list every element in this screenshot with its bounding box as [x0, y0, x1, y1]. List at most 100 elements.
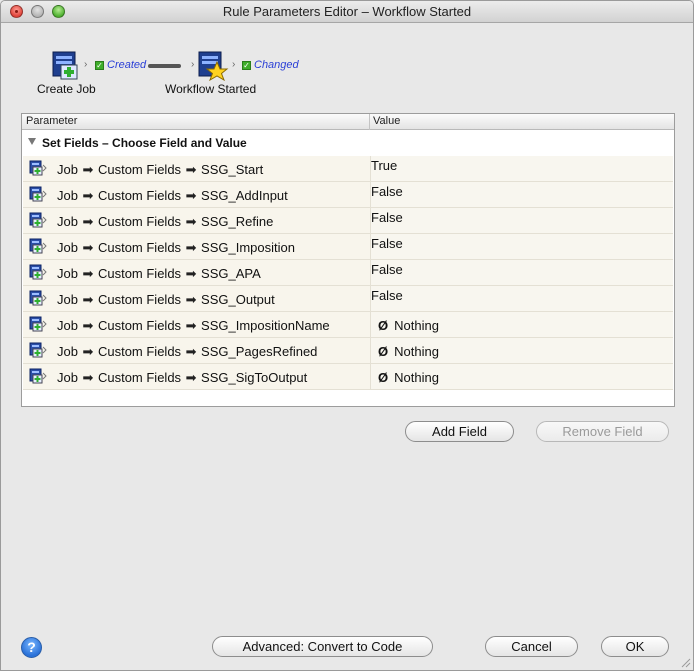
table-row[interactable]: Job ➡ Custom Fields ➡ SSG_Output False — [23, 286, 673, 312]
value-cell[interactable]: Ø Nothing — [371, 364, 673, 389]
title-bar: Rule Parameters Editor – Workflow Starte… — [1, 1, 693, 23]
parameter-path: Job ➡ Custom Fields ➡ SSG_PagesRefined — [57, 344, 317, 360]
remove-field-button[interactable]: Remove Field — [536, 421, 669, 442]
path-segment-field: SSG_AddInput — [201, 188, 288, 203]
window-title: Rule Parameters Editor – Workflow Starte… — [222, 4, 472, 19]
event-flow: › ✓ Created › › ✓ Changed Create Job Wor… — [1, 45, 693, 101]
column-divider[interactable] — [369, 114, 370, 130]
table-row[interactable]: Job ➡ Custom Fields ➡ SSG_Start True — [23, 156, 673, 182]
value-nothing: Ø Nothing — [378, 344, 439, 359]
right-arrow-icon: ➡ — [185, 318, 197, 333]
path-segment-group: Custom Fields — [97, 188, 182, 203]
value-cell[interactable]: Ø Nothing — [371, 312, 673, 337]
value-cell[interactable]: False — [371, 182, 673, 207]
value-cell[interactable]: False — [371, 286, 673, 311]
right-arrow-icon: ➡ — [185, 214, 197, 229]
path-segment-group: Custom Fields — [97, 292, 182, 307]
path-segment-object: Job — [57, 240, 78, 255]
value-cell[interactable]: False — [371, 208, 673, 233]
path-segment-object: Job — [57, 318, 78, 333]
source-node-label: Create Job — [37, 82, 96, 96]
right-arrow-icon: ➡ — [185, 188, 197, 203]
value-cell[interactable]: True — [371, 156, 673, 181]
column-header-value[interactable]: Value — [373, 115, 400, 127]
null-icon: Ø — [378, 344, 389, 359]
parameter-path: Job ➡ Custom Fields ➡ SSG_Imposition — [57, 240, 295, 256]
right-arrow-icon: ➡ — [82, 292, 94, 307]
right-arrow-icon: ➡ — [185, 162, 197, 177]
value-text: False — [371, 262, 403, 277]
resize-grip-icon[interactable] — [679, 656, 691, 668]
group-label: Set Fields – Choose Field and Value — [42, 136, 247, 150]
parameter-path: Job ➡ Custom Fields ➡ SSG_AddInput — [57, 188, 288, 204]
parameters-table: Parameter Value Set Fields – Choose Fiel… — [21, 113, 675, 407]
path-segment-group: Custom Fields — [97, 344, 182, 359]
chevron-right-icon: › — [191, 59, 195, 70]
workflow-star-icon — [198, 51, 229, 81]
cancel-button[interactable]: Cancel — [485, 636, 578, 657]
right-arrow-icon: ➡ — [185, 370, 197, 385]
help-button[interactable]: ? — [21, 637, 42, 658]
path-segment-field: SSG_APA — [201, 266, 261, 281]
parameter-path: Job ➡ Custom Fields ➡ SSG_SigToOutput — [57, 370, 307, 386]
path-segment-object: Job — [57, 370, 78, 385]
path-segment-group: Custom Fields — [97, 318, 182, 333]
field-set-icon — [29, 160, 47, 176]
value-text: Nothing — [394, 318, 439, 333]
value-cell[interactable]: False — [371, 260, 673, 285]
field-set-icon — [29, 264, 47, 280]
right-arrow-icon: ➡ — [185, 266, 197, 281]
value-text: Nothing — [394, 370, 439, 385]
path-segment-group: Custom Fields — [97, 240, 182, 255]
table-row[interactable]: Job ➡ Custom Fields ➡ SSG_APA False — [23, 260, 673, 286]
parameter-path: Job ➡ Custom Fields ➡ SSG_Start — [57, 162, 263, 178]
table-row[interactable]: Job ➡ Custom Fields ➡ SSG_Imposition False — [23, 234, 673, 260]
table-header: Parameter Value — [22, 114, 674, 130]
value-text: False — [371, 210, 403, 225]
path-segment-field: SSG_Refine — [201, 214, 274, 229]
field-set-icon — [29, 290, 47, 306]
ok-button[interactable]: OK — [601, 636, 669, 657]
path-segment-field: SSG_SigToOutput — [201, 370, 308, 385]
field-set-icon — [29, 316, 47, 332]
path-segment-object: Job — [57, 292, 78, 307]
table-row[interactable]: Job ➡ Custom Fields ➡ SSG_PagesRefined Ø Nothi… — [23, 338, 673, 364]
right-arrow-icon: ➡ — [185, 240, 197, 255]
field-set-icon — [29, 186, 47, 202]
group-row-set-fields[interactable]: Set Fields – Choose Field and Value — [22, 132, 674, 154]
table-row[interactable]: Job ➡ Custom Fields ➡ SSG_ImpositionName Ø Not… — [23, 312, 673, 338]
source-event-label: Created — [107, 59, 147, 71]
path-segment-field: SSG_Output — [201, 292, 275, 307]
right-arrow-icon: ➡ — [82, 266, 94, 281]
table-row[interactable]: Job ➡ Custom Fields ➡ SSG_SigToOutput Ø Nothin… — [23, 364, 673, 390]
null-icon: Ø — [378, 370, 389, 385]
right-arrow-icon: ➡ — [82, 318, 94, 333]
value-cell[interactable]: False — [371, 234, 673, 259]
job-icon — [52, 51, 78, 80]
path-segment-group: Custom Fields — [97, 162, 182, 177]
table-row[interactable]: Job ➡ Custom Fields ➡ SSG_Refine False — [23, 208, 673, 234]
value-text: Nothing — [394, 344, 439, 359]
path-segment-field: SSG_PagesRefined — [201, 344, 318, 359]
target-event-label: Changed — [254, 59, 299, 71]
path-segment-field: SSG_Start — [201, 162, 264, 177]
right-arrow-icon: ➡ — [82, 370, 94, 385]
value-text: True — [371, 158, 398, 173]
right-arrow-icon: ➡ — [82, 344, 94, 359]
path-segment-field: SSG_ImpositionName — [201, 318, 330, 333]
value-text: False — [371, 236, 403, 251]
add-field-button[interactable]: Add Field — [405, 421, 514, 442]
table-row[interactable]: Job ➡ Custom Fields ➡ SSG_AddInput False — [23, 182, 673, 208]
parameter-path: Job ➡ Custom Fields ➡ SSG_APA — [57, 266, 261, 282]
disclosure-triangle-icon[interactable] — [28, 138, 36, 145]
column-header-parameter[interactable]: Parameter — [26, 115, 77, 127]
chevron-right-icon: › — [84, 59, 88, 70]
parameter-path: Job ➡ Custom Fields ➡ SSG_ImpositionName — [57, 318, 330, 334]
parameter-path: Job ➡ Custom Fields ➡ SSG_Refine — [57, 214, 273, 230]
path-segment-object: Job — [57, 266, 78, 281]
value-nothing: Ø Nothing — [378, 318, 439, 333]
advanced-convert-to-code-button[interactable]: Advanced: Convert to Code — [212, 636, 433, 657]
path-segment-group: Custom Fields — [97, 214, 182, 229]
right-arrow-icon: ➡ — [82, 162, 94, 177]
value-cell[interactable]: Ø Nothing — [371, 338, 673, 363]
